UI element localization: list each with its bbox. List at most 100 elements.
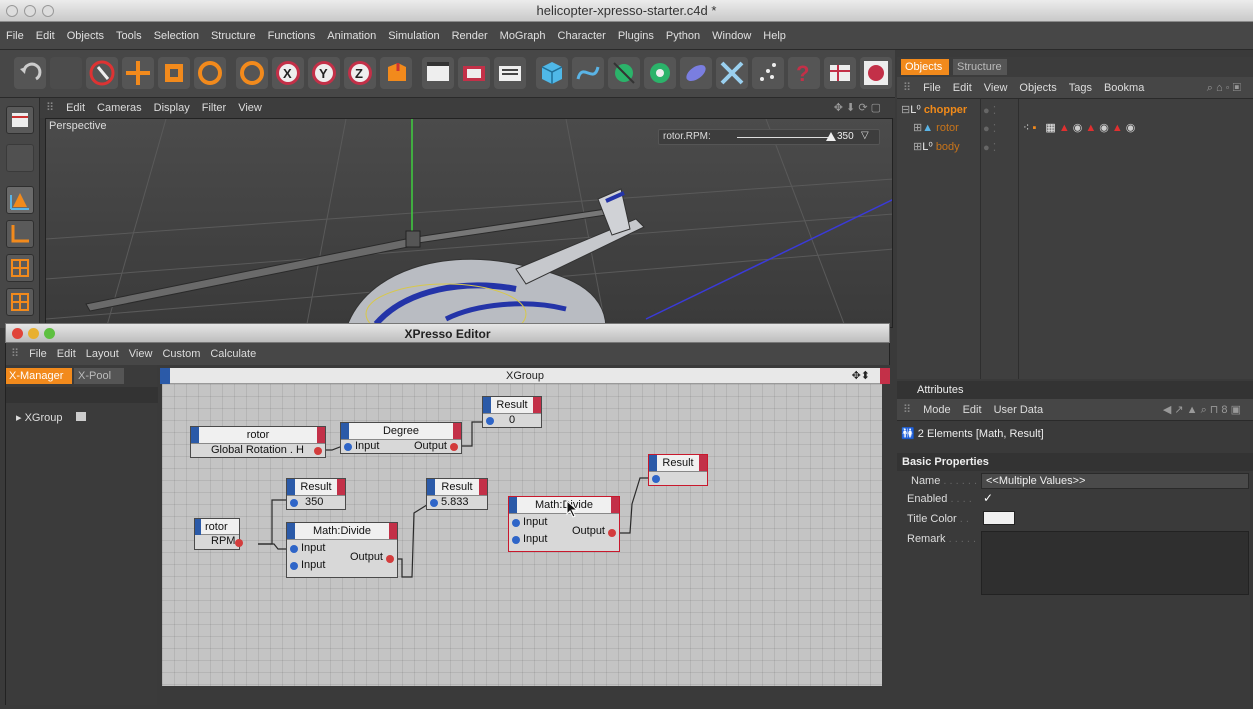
zoom-icon[interactable] xyxy=(44,328,55,339)
node-result-top[interactable]: Result 0 xyxy=(482,396,542,428)
remark-textarea[interactable] xyxy=(981,531,1249,595)
viewport-menu-filter[interactable]: Filter xyxy=(196,98,232,118)
viewport-menu-view[interactable]: View xyxy=(232,98,268,118)
visibility-dots[interactable]: ● ⁚ xyxy=(983,141,996,154)
menu-file[interactable]: File xyxy=(0,22,30,50)
name-field[interactable]: <<Multiple Values>> xyxy=(981,473,1249,489)
nurbs-icon[interactable] xyxy=(608,57,640,89)
node-result-350[interactable]: Result 350 xyxy=(286,478,346,510)
minimize-window-button[interactable] xyxy=(24,5,36,17)
output-port[interactable] xyxy=(314,447,322,455)
xpresso-menu-custom[interactable]: Custom xyxy=(157,343,205,365)
viewport-navigation-icons[interactable]: ✥ ⬇ ⟳ ▢ xyxy=(828,98,887,118)
tab-x-manager[interactable]: X-Manager xyxy=(6,368,72,384)
hud-dropdown-icon[interactable]: ▽ xyxy=(861,130,869,141)
object-row-rotor[interactable]: ⊞▲ rotor xyxy=(913,120,959,136)
close-icon[interactable] xyxy=(12,328,23,339)
node-rotor-rpm[interactable]: rotor RPM xyxy=(194,518,243,550)
objects-menu-view[interactable]: View xyxy=(978,77,1014,99)
viewport-menu-display[interactable]: Display xyxy=(148,98,196,118)
node-rotor-rotation[interactable]: rotor Global Rotation . H xyxy=(190,426,326,458)
menu-help[interactable]: Help xyxy=(757,22,792,50)
scene-object-icon[interactable] xyxy=(752,57,784,89)
node-math-divide-1[interactable]: Math:Divide Input Input Output xyxy=(286,522,398,578)
zoom-window-button[interactable] xyxy=(42,5,54,17)
menu-structure[interactable]: Structure xyxy=(205,22,262,50)
node-title[interactable]: Result xyxy=(427,479,487,496)
xpresso-node-canvas[interactable]: rotor Global Rotation . H Degree Input O… xyxy=(160,384,890,686)
menu-simulation[interactable]: Simulation xyxy=(382,22,445,50)
rotor-tags[interactable]: ⁖▪ ▦▲◉▲◉▲◉ xyxy=(1023,121,1138,134)
viewport-menu-cameras[interactable]: Cameras xyxy=(91,98,148,118)
live-selection-icon[interactable] xyxy=(86,57,118,89)
close-window-button[interactable] xyxy=(6,5,18,17)
node-title[interactable]: Result xyxy=(649,455,707,472)
input-port[interactable] xyxy=(290,499,298,507)
xpresso-menu-edit[interactable]: Edit xyxy=(52,343,81,365)
3d-viewport[interactable]: Perspective rotor.RPM: 350 ▽ xyxy=(45,118,893,328)
objects-menu-edit[interactable]: Edit xyxy=(947,77,978,99)
render-view-icon[interactable] xyxy=(422,57,454,89)
coordinate-system-icon[interactable] xyxy=(380,57,412,89)
node-title[interactable]: rotor xyxy=(191,427,325,444)
input-port[interactable] xyxy=(430,499,438,507)
minimize-icon[interactable] xyxy=(28,328,39,339)
attributes-nav-icons[interactable]: ◀ ↗ ▲ ⌕ ⊓ 8 ▣ xyxy=(1157,399,1247,421)
xpresso-menu-calculate[interactable]: Calculate xyxy=(205,343,261,365)
tree-item-xgroup[interactable]: ▸ XGroup xyxy=(16,411,86,424)
input-port[interactable] xyxy=(486,417,494,425)
scale-icon[interactable] xyxy=(158,57,190,89)
menu-selection[interactable]: Selection xyxy=(148,22,205,50)
layout-icon[interactable] xyxy=(824,57,856,89)
menu-functions[interactable]: Functions xyxy=(262,22,322,50)
object-row-chopper[interactable]: ⊟L⁰ chopper xyxy=(901,102,967,118)
deformer-icon[interactable] xyxy=(680,57,712,89)
node-math-divide-2[interactable]: Math:Divide Input Input Output xyxy=(508,496,620,552)
expand-icon[interactable]: ⊞ xyxy=(913,141,922,153)
rotate-icon[interactable] xyxy=(194,57,226,89)
cube-icon[interactable] xyxy=(536,57,568,89)
object-name[interactable]: body xyxy=(936,141,960,153)
basic-properties-section[interactable]: Basic Properties xyxy=(897,453,1253,471)
viewport-menu-edit[interactable]: Edit xyxy=(60,98,91,118)
render-picture-viewer-icon[interactable] xyxy=(458,57,490,89)
input-port-2[interactable] xyxy=(290,562,298,570)
object-name[interactable]: rotor xyxy=(936,122,959,134)
move-zoom-icons[interactable]: ✥⬍ xyxy=(852,368,870,384)
objects-menu-objects[interactable]: Objects xyxy=(1013,77,1062,99)
input-port-1[interactable] xyxy=(290,545,298,553)
menu-python[interactable]: Python xyxy=(660,22,706,50)
menu-animation[interactable]: Animation xyxy=(321,22,382,50)
model-mode-icon[interactable] xyxy=(6,186,34,214)
input-port-2[interactable] xyxy=(512,536,520,544)
rotate-alt-icon[interactable] xyxy=(236,57,268,89)
visibility-dots[interactable]: ● ⁚ xyxy=(983,122,996,135)
menu-mograph[interactable]: MoGraph xyxy=(494,22,552,50)
attributes-menu-edit[interactable]: Edit xyxy=(957,399,988,421)
input-port-1[interactable] xyxy=(512,519,520,527)
camera-light-icon[interactable]: ? xyxy=(788,57,820,89)
input-port[interactable] xyxy=(652,475,660,483)
hud-slider-handle-icon[interactable] xyxy=(826,132,836,141)
render-settings-icon[interactable] xyxy=(494,57,526,89)
y-axis-icon[interactable]: Y xyxy=(308,57,340,89)
output-port[interactable] xyxy=(450,443,458,451)
tab-structure[interactable]: Structure xyxy=(953,59,1007,75)
hud-slider-track[interactable] xyxy=(737,137,833,138)
points-mode-icon[interactable] xyxy=(6,254,34,282)
globe-icon[interactable] xyxy=(860,57,892,89)
node-title[interactable]: Result xyxy=(287,479,345,496)
node-degree[interactable]: Degree Input Output xyxy=(340,422,462,454)
objects-menu-file[interactable]: File xyxy=(917,77,947,99)
move-icon[interactable] xyxy=(122,57,154,89)
rotor-rpm-hud[interactable]: rotor.RPM: 350 ▽ xyxy=(658,129,880,145)
redo-icon[interactable] xyxy=(50,57,82,89)
output-port[interactable] xyxy=(386,555,394,563)
menu-tools[interactable]: Tools xyxy=(110,22,148,50)
attributes-menu-mode[interactable]: Mode xyxy=(917,399,957,421)
objects-menu-tags[interactable]: Tags xyxy=(1063,77,1098,99)
node-title[interactable]: Result xyxy=(483,397,541,414)
node-title[interactable]: Math:Divide xyxy=(287,523,397,540)
node-title[interactable]: Math:Divide xyxy=(509,497,619,514)
texture-mode-icon[interactable] xyxy=(6,144,34,172)
